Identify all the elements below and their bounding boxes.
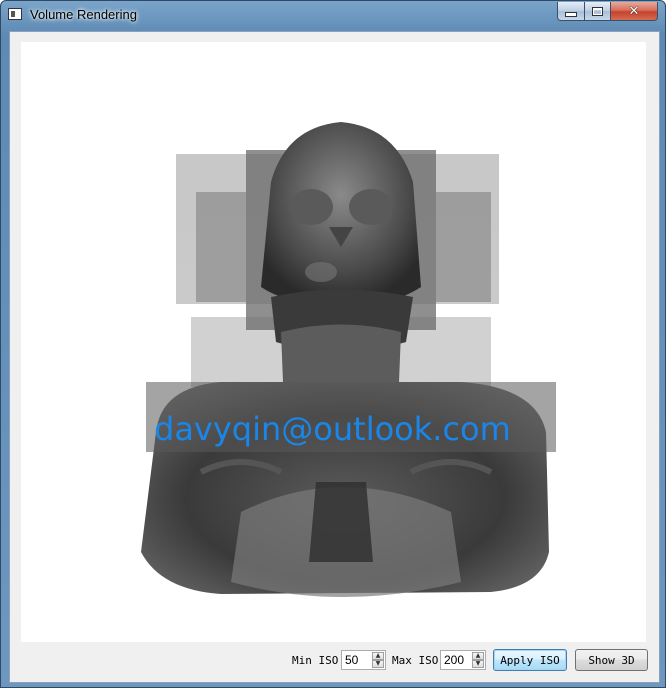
maximize-icon	[592, 6, 603, 16]
minimize-icon	[565, 11, 577, 17]
volume-render-image	[141, 122, 556, 597]
maximize-button[interactable]	[584, 2, 611, 21]
close-icon: ✕	[628, 3, 640, 19]
render-viewport[interactable]: davyqin@outlook.com	[21, 42, 646, 642]
min-iso-label: Min ISO	[292, 654, 339, 667]
app-window: Volume Rendering ✕ davyqin@outlook.com M…	[0, 0, 666, 688]
minimize-button[interactable]	[557, 2, 585, 21]
min-iso-spinbox[interactable]: 50 ▲ ▼	[341, 650, 386, 670]
show-3d-button[interactable]: Show 3D	[575, 649, 648, 671]
spin-down-icon[interactable]: ▼	[472, 660, 484, 668]
watermark-text: davyqin@outlook.com	[154, 410, 511, 448]
spin-up-icon[interactable]: ▲	[372, 652, 384, 660]
window-title: Volume Rendering	[30, 7, 137, 22]
max-iso-value[interactable]: 200	[444, 653, 464, 667]
apply-iso-button[interactable]: Apply ISO	[493, 649, 567, 671]
close-button[interactable]: ✕	[610, 2, 658, 21]
client-area: davyqin@outlook.com Min ISO 50 ▲ ▼ Max I…	[9, 31, 660, 683]
max-iso-label: Max ISO	[392, 654, 439, 667]
max-iso-spinbox[interactable]: 200 ▲ ▼	[440, 650, 486, 670]
app-icon[interactable]	[8, 8, 22, 20]
iso-controls-bar: Min ISO 50 ▲ ▼ Max ISO 200 ▲ ▼ Apply ISO…	[10, 646, 659, 676]
min-iso-value[interactable]: 50	[345, 653, 358, 667]
spin-up-icon[interactable]: ▲	[472, 652, 484, 660]
title-bar[interactable]: Volume Rendering ✕	[1, 1, 665, 29]
spin-down-icon[interactable]: ▼	[372, 660, 384, 668]
